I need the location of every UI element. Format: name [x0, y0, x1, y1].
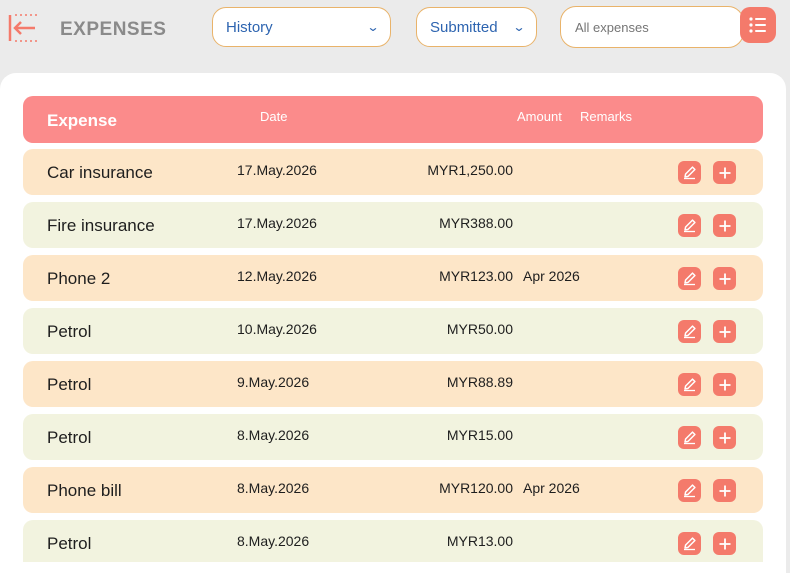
pencil-icon [684, 272, 696, 286]
edit-button[interactable] [678, 373, 701, 396]
chevron-down-icon: ⌄ [366, 20, 380, 34]
top-bar: EXPENSES History ⌄ Submitted ⌄ [0, 0, 790, 62]
column-header-date: Date [260, 109, 288, 124]
list-menu-icon [749, 17, 766, 33]
expense-date: 9.May.2026 [237, 374, 310, 390]
edit-button[interactable] [678, 320, 701, 343]
expense-remarks: Apr 2026 [523, 268, 580, 284]
expense-remarks: Apr 2026 [523, 480, 580, 496]
expense-amount: MYR1,250.00 [427, 162, 513, 178]
history-select[interactable]: History ⌄ [212, 7, 391, 47]
expense-name: Petrol [47, 375, 92, 394]
expense-date: 8.May.2026 [237, 533, 310, 549]
page-title: EXPENSES [60, 19, 167, 40]
expense-amount: MYR50.00 [446, 321, 513, 337]
back-button[interactable] [4, 10, 40, 46]
chevron-down-icon: ⌄ [512, 20, 526, 34]
add-button[interactable] [713, 426, 736, 449]
column-header-amount: Amount [517, 109, 562, 124]
edit-button[interactable] [678, 426, 701, 449]
plus-icon [719, 273, 730, 284]
table-row[interactable]: Car insurance 17.May.2026 MYR1,250.00 [23, 149, 763, 195]
expense-name: Car insurance [47, 163, 153, 182]
expense-name: Fire insurance [47, 216, 155, 235]
expense-amount: MYR13.00 [446, 533, 513, 549]
expense-name: Petrol [47, 322, 92, 341]
plus-icon [719, 432, 730, 443]
table-row[interactable]: Petrol 8.May.2026 MYR13.00 [23, 520, 763, 562]
expense-amount: MYR88.89 [446, 374, 513, 390]
table-row[interactable]: Petrol 8.May.2026 MYR15.00 [23, 414, 763, 460]
table-row[interactable]: Fire insurance 17.May.2026 MYR388.00 [23, 202, 763, 248]
expense-amount: MYR388.00 [439, 215, 513, 231]
pencil-icon [684, 537, 696, 551]
expense-name: Phone bill [47, 481, 122, 500]
add-button[interactable] [713, 532, 736, 555]
edit-button[interactable] [678, 532, 701, 555]
pencil-icon [684, 325, 696, 339]
history-select-value: History [226, 18, 273, 36]
table-row[interactable]: Phone bill 8.May.2026 MYR120.00 Apr 2026 [23, 467, 763, 513]
table-row[interactable]: Petrol 9.May.2026 MYR88.89 [23, 361, 763, 407]
plus-icon [719, 326, 730, 337]
pencil-icon [684, 378, 696, 392]
edit-button[interactable] [678, 214, 701, 237]
status-select[interactable]: Submitted ⌄ [416, 7, 537, 47]
menu-button[interactable] [740, 7, 776, 43]
pencil-icon [684, 166, 696, 180]
pencil-icon [684, 484, 696, 498]
plus-icon [719, 538, 730, 549]
edit-button[interactable] [678, 267, 701, 290]
plus-icon [719, 220, 730, 231]
pencil-icon [684, 431, 696, 445]
edit-button[interactable] [678, 479, 701, 502]
expense-date: 17.May.2026 [237, 215, 317, 231]
edit-button[interactable] [678, 161, 701, 184]
table-row[interactable]: Phone 2 12.May.2026 MYR123.00 Apr 2026 [23, 255, 763, 301]
expense-amount: MYR120.00 [439, 480, 513, 496]
plus-icon [719, 167, 730, 178]
add-button[interactable] [713, 373, 736, 396]
expense-date: 10.May.2026 [237, 321, 317, 337]
column-header-remarks: Remarks [580, 109, 633, 124]
expense-date: 8.May.2026 [237, 427, 310, 443]
back-arrow-icon [8, 14, 37, 42]
plus-icon [719, 379, 730, 390]
pencil-icon [684, 219, 696, 233]
add-button[interactable] [713, 161, 736, 184]
table-row[interactable]: Petrol 10.May.2026 MYR50.00 [23, 308, 763, 354]
plus-icon [719, 485, 730, 496]
expense-amount: MYR123.00 [439, 268, 513, 284]
expense-name: Phone 2 [47, 269, 111, 288]
expense-date: 17.May.2026 [237, 162, 317, 178]
expense-amount: MYR15.00 [446, 427, 513, 443]
add-button[interactable] [713, 320, 736, 343]
status-select-value: Submitted [430, 18, 498, 36]
add-button[interactable] [713, 214, 736, 237]
column-header-expense: Expense [47, 111, 117, 130]
expense-filter-input[interactable] [560, 6, 744, 48]
expense-name: Petrol [47, 428, 92, 447]
add-button[interactable] [713, 267, 736, 290]
expense-date: 8.May.2026 [237, 480, 310, 496]
add-button[interactable] [713, 479, 736, 502]
expense-name: Petrol [47, 534, 92, 553]
expense-date: 12.May.2026 [237, 268, 317, 284]
table-header: Expense Date Amount Remarks [23, 96, 763, 143]
